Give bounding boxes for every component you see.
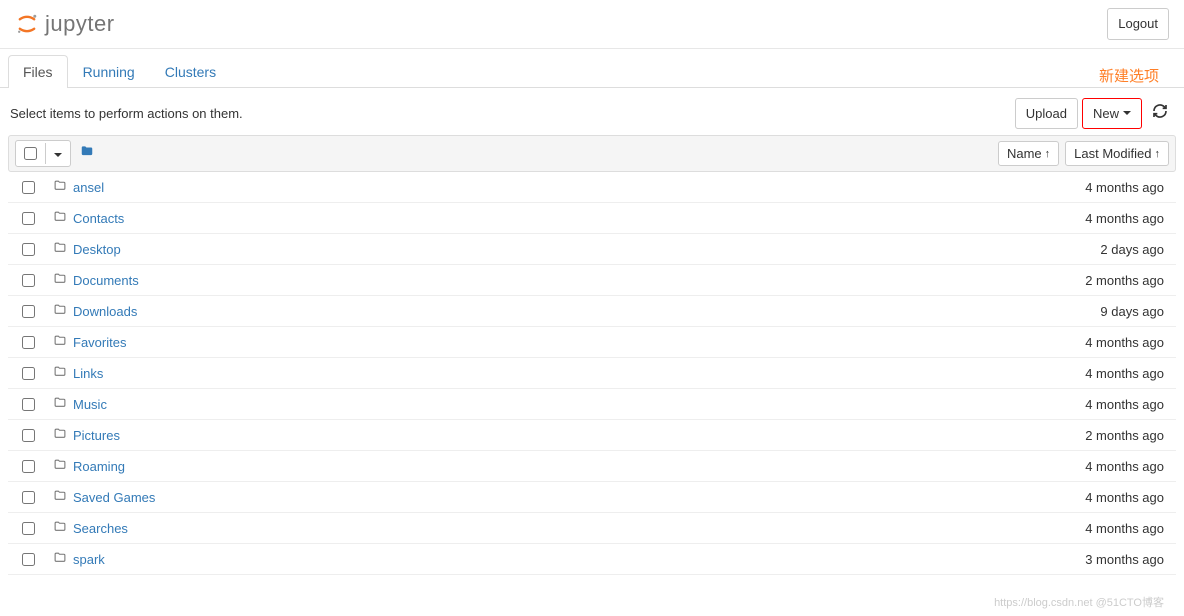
sort-modified-button[interactable]: Last Modified ↑ <box>1065 141 1169 166</box>
file-link[interactable]: Links <box>73 366 103 381</box>
file-checkbox[interactable] <box>22 491 35 504</box>
file-link[interactable]: Documents <box>73 273 139 288</box>
file-checkbox[interactable] <box>22 367 35 380</box>
file-modified: 2 months ago <box>1085 428 1168 443</box>
file-link[interactable]: spark <box>73 552 105 567</box>
file-row: Links 4 months ago <box>8 358 1176 389</box>
folder-icon <box>53 303 67 319</box>
file-link[interactable]: Downloads <box>73 304 137 319</box>
caret-down-icon <box>54 153 62 157</box>
folder-icon <box>53 396 67 412</box>
file-row: Contacts 4 months ago <box>8 203 1176 234</box>
file-link[interactable]: ansel <box>73 180 104 195</box>
file-link[interactable]: Saved Games <box>73 490 155 505</box>
arrow-up-icon: ↑ <box>1045 148 1051 160</box>
logo-text: jupyter <box>45 11 115 37</box>
jupyter-logo-icon <box>15 12 39 36</box>
file-checkbox[interactable] <box>22 522 35 535</box>
sort-name-button[interactable]: Name ↑ <box>998 141 1059 166</box>
file-row: Desktop 2 days ago <box>8 234 1176 265</box>
file-modified: 4 months ago <box>1085 490 1168 505</box>
file-checkbox[interactable] <box>22 398 35 411</box>
toolbar-right: Upload New <box>1015 98 1174 130</box>
folder-icon <box>53 551 67 567</box>
new-button-label: New <box>1093 104 1119 124</box>
new-button[interactable]: New <box>1082 98 1142 130</box>
file-checkbox[interactable] <box>22 553 35 566</box>
breadcrumb-home-icon[interactable] <box>79 144 95 163</box>
sort-name-label: Name <box>1007 146 1042 161</box>
logo[interactable]: jupyter <box>15 11 115 37</box>
sort-modified-label: Last Modified <box>1074 146 1151 161</box>
file-checkbox[interactable] <box>22 243 35 256</box>
file-link[interactable]: Desktop <box>73 242 121 257</box>
file-row: Searches 4 months ago <box>8 513 1176 544</box>
file-modified: 4 months ago <box>1085 180 1168 195</box>
select-all-input[interactable] <box>24 147 37 160</box>
file-modified: 4 months ago <box>1085 459 1168 474</box>
subheader: Select items to perform actions on them.… <box>0 88 1184 136</box>
file-row: Documents 2 months ago <box>8 265 1176 296</box>
file-modified: 2 days ago <box>1100 242 1168 257</box>
tabs: FilesRunningClusters 新建选项 <box>0 55 1184 88</box>
folder-icon <box>53 334 67 350</box>
folder-icon <box>53 210 67 226</box>
folder-icon <box>53 427 67 443</box>
refresh-icon[interactable] <box>1146 99 1174 128</box>
file-checkbox[interactable] <box>22 212 35 225</box>
select-all-checkbox[interactable] <box>15 140 71 167</box>
tab-files[interactable]: Files <box>8 55 68 88</box>
file-modified: 4 months ago <box>1085 521 1168 536</box>
file-checkbox[interactable] <box>22 305 35 318</box>
file-row: Music 4 months ago <box>8 389 1176 420</box>
file-modified: 4 months ago <box>1085 335 1168 350</box>
file-link[interactable]: Favorites <box>73 335 126 350</box>
file-checkbox[interactable] <box>22 460 35 473</box>
folder-icon <box>53 365 67 381</box>
file-row: Saved Games 4 months ago <box>8 482 1176 513</box>
file-row: Downloads 9 days ago <box>8 296 1176 327</box>
upload-button[interactable]: Upload <box>1015 98 1078 130</box>
annotation-label: 新建选项 <box>1099 65 1159 86</box>
header: jupyter Logout <box>0 0 1184 49</box>
file-link[interactable]: Contacts <box>73 211 124 226</box>
watermark: https://blog.csdn.net @51CTO博客 <box>994 594 1164 610</box>
file-checkbox[interactable] <box>22 274 35 287</box>
folder-icon <box>53 179 67 195</box>
logout-button[interactable]: Logout <box>1107 8 1169 40</box>
folder-icon <box>53 520 67 536</box>
folder-icon <box>53 458 67 474</box>
tab-clusters[interactable]: Clusters <box>150 55 231 88</box>
select-all-dropdown[interactable] <box>45 143 70 164</box>
file-row: Roaming 4 months ago <box>8 451 1176 482</box>
file-checkbox[interactable] <box>22 336 35 349</box>
file-link[interactable]: Music <box>73 397 107 412</box>
file-modified: 3 months ago <box>1085 552 1168 567</box>
file-row: ansel 4 months ago <box>8 172 1176 203</box>
file-row: spark 3 months ago <box>8 544 1176 575</box>
file-modified: 9 days ago <box>1100 304 1168 319</box>
file-checkbox[interactable] <box>22 181 35 194</box>
file-modified: 4 months ago <box>1085 397 1168 412</box>
folder-icon <box>53 241 67 257</box>
folder-icon <box>53 272 67 288</box>
file-modified: 2 months ago <box>1085 273 1168 288</box>
list-header: Name ↑ Last Modified ↑ <box>8 135 1176 172</box>
file-modified: 4 months ago <box>1085 211 1168 226</box>
file-link[interactable]: Searches <box>73 521 128 536</box>
file-list: ansel 4 months ago Contacts 4 months ago Des… <box>8 172 1176 575</box>
tab-running[interactable]: Running <box>68 55 150 88</box>
file-checkbox[interactable] <box>22 429 35 442</box>
caret-down-icon <box>1123 111 1131 115</box>
file-row: Pictures 2 months ago <box>8 420 1176 451</box>
file-link[interactable]: Pictures <box>73 428 120 443</box>
file-row: Favorites 4 months ago <box>8 327 1176 358</box>
file-modified: 4 months ago <box>1085 366 1168 381</box>
file-link[interactable]: Roaming <box>73 459 125 474</box>
folder-icon <box>53 489 67 505</box>
hint-text: Select items to perform actions on them. <box>10 106 243 121</box>
arrow-up-icon: ↑ <box>1155 148 1161 160</box>
